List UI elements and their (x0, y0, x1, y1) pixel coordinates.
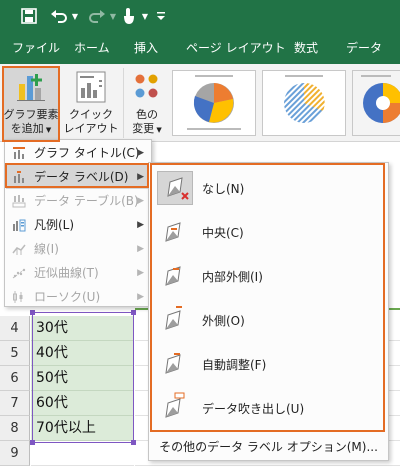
row-header[interactable]: 7 (0, 391, 30, 416)
customize-qat-icon[interactable] (154, 6, 168, 26)
data-range-selection (32, 312, 134, 443)
chart-title-icon (13, 147, 25, 159)
data-label-none-icon (167, 177, 189, 200)
tab-insert[interactable]: 挿入 (134, 32, 158, 64)
row-header[interactable]: 6 (0, 366, 30, 391)
tab-formulas[interactable]: 数式 (294, 32, 318, 64)
trendline-icon (12, 268, 26, 279)
selection-handle[interactable] (30, 440, 35, 445)
data-label-inside-end-icon (165, 266, 181, 286)
row-header[interactable]: 4 (0, 316, 30, 341)
tab-file[interactable]: ファイル (12, 32, 60, 64)
chevron-right-icon: ▶ (137, 292, 144, 302)
menu-item-label: 線(I) (34, 242, 59, 256)
chart-style-1[interactable] (172, 70, 256, 136)
lines-icon (12, 244, 26, 255)
submenu-item-label: 自動調整(F) (202, 358, 267, 372)
undo-dropdown-icon[interactable]: ▼ (70, 6, 80, 26)
chevron-right-icon: ▶ (137, 268, 144, 278)
chevron-down-icon: ▼ (154, 126, 162, 134)
data-label-best-fit-icon (165, 353, 181, 374)
add-chart-element-button[interactable]: グラフ要素 を追加 ▼ (3, 66, 59, 140)
chevron-right-icon: ▶ (137, 244, 144, 254)
save-icon[interactable] (18, 6, 40, 26)
ribbon-separator (123, 68, 124, 138)
tab-page-layout[interactable]: ページ レイアウト (186, 32, 286, 64)
submenu-item-label: なし(N) (202, 182, 245, 196)
data-labels-submenu: なし(N) 中央(C) 内部外側(I) 外側(O) 自動調整(F) データ吹き出… (148, 162, 389, 461)
menu-item-data-table: データ テーブル(B) ▶ (6, 189, 150, 213)
change-colors-button[interactable]: 色の 変更 ▼ (126, 66, 168, 140)
menu-item-legend[interactable]: 凡例(L) ▶ (6, 213, 150, 237)
submenu-item-inside-end[interactable]: 内部外側(I) (154, 254, 384, 298)
menu-item-label: ローソク(U) (34, 290, 101, 304)
data-callout-icon (165, 392, 185, 418)
pie-dark-style-thumbnail (353, 71, 400, 135)
change-colors-label-1: 色の (136, 108, 158, 121)
quick-layout-label-1: クイック (69, 108, 113, 121)
submenu-item-best-fit[interactable]: 自動調整(F) (154, 342, 384, 386)
selection-handle[interactable] (30, 310, 35, 315)
data-labels-icon (14, 171, 24, 183)
selection-handle[interactable] (131, 310, 136, 315)
submenu-item-label: 内部外側(I) (202, 270, 263, 284)
touch-mode-icon[interactable] (118, 6, 140, 26)
pie-style-thumbnail (187, 75, 241, 130)
up-down-bars-icon (13, 291, 23, 303)
chevron-right-icon: ▶ (137, 172, 144, 182)
submenu-item-label: データ吹き出し(U) (202, 402, 305, 416)
tab-home[interactable]: ホーム (74, 32, 110, 64)
menu-item-data-labels[interactable]: データ ラベル(D) ▶ (6, 165, 150, 189)
menu-item-label: データ ラベル(D) (34, 170, 129, 184)
legend-icon (13, 219, 26, 232)
palette-icon (135, 74, 158, 98)
submenu-item-outside-end[interactable]: 外側(O) (154, 298, 384, 342)
add-chart-element-icon (17, 74, 45, 101)
data-label-center-icon (165, 222, 181, 242)
submenu-item-label: 外側(O) (202, 314, 245, 328)
more-data-label-options[interactable]: その他のデータ ラベル オプション(M)... (149, 435, 388, 459)
quick-layout-button[interactable]: クイック レイアウト ▼ (62, 66, 120, 149)
cell[interactable] (31, 441, 134, 466)
menu-item-lines: 線(I) ▶ (6, 237, 150, 261)
chevron-right-icon: ▶ (137, 148, 144, 158)
ribbon: グラフ要素 を追加 ▼ クイック レイアウト ▼ 色の 変更 ▼ (0, 64, 400, 149)
redo-icon (86, 6, 108, 26)
redo-dropdown-icon: ▼ (109, 11, 117, 21)
title-bar: ▼ ▼ ▼ (0, 0, 400, 32)
chevron-right-icon: ▶ (137, 220, 144, 230)
add-chart-element-label-1: グラフ要素 (3, 108, 59, 121)
chevron-down-icon: ▼ (43, 126, 52, 134)
row-header[interactable]: 9 (0, 441, 30, 466)
chart-style-3[interactable] (352, 70, 400, 136)
menu-item-chart-title[interactable]: グラフ タイトル(C) ▶ (6, 141, 150, 165)
add-chart-element-label-2: を追加 (10, 122, 44, 135)
selection-handle[interactable] (131, 440, 136, 445)
menu-item-label: グラフ タイトル(C) (34, 146, 140, 160)
chart-style-2[interactable] (262, 70, 346, 136)
submenu-item-label: 中央(C) (202, 226, 244, 240)
menu-item-label: 近似曲線(T) (34, 266, 99, 280)
touch-dropdown-icon[interactable]: ▼ (140, 6, 150, 26)
tab-data[interactable]: データ (346, 32, 382, 64)
submenu-item-data-callout[interactable]: データ吹き出し(U) (154, 386, 384, 430)
row-header[interactable]: 8 (0, 416, 30, 441)
menu-item-up-down-bars: ローソク(U) ▶ (6, 285, 150, 309)
pie-hatched-style-thumbnail (284, 75, 325, 123)
change-colors-label-2: 変更 (132, 122, 155, 135)
ribbon-tabs: ファイル ホーム 挿入 ページ レイアウト 数式 データ (0, 32, 400, 64)
quick-layout-label-2: レイアウト (63, 122, 119, 135)
submenu-item-center[interactable]: 中央(C) (154, 210, 384, 254)
menu-item-label: 凡例(L) (34, 218, 75, 232)
chevron-right-icon: ▶ (137, 196, 144, 206)
menu-item-trendline: 近似曲線(T) ▶ (6, 261, 150, 285)
row-header[interactable]: 5 (0, 341, 30, 366)
submenu-item-none[interactable]: なし(N) (154, 166, 384, 210)
menu-item-label: データ テーブル(B) (34, 194, 139, 208)
quick-layout-icon (76, 71, 106, 103)
data-table-icon (12, 195, 26, 208)
undo-icon[interactable] (48, 6, 70, 26)
add-chart-element-menu: グラフ タイトル(C) ▶ データ ラベル(D) ▶ データ テーブル(B) ▶… (4, 139, 152, 307)
data-label-outside-end-icon (165, 306, 182, 330)
